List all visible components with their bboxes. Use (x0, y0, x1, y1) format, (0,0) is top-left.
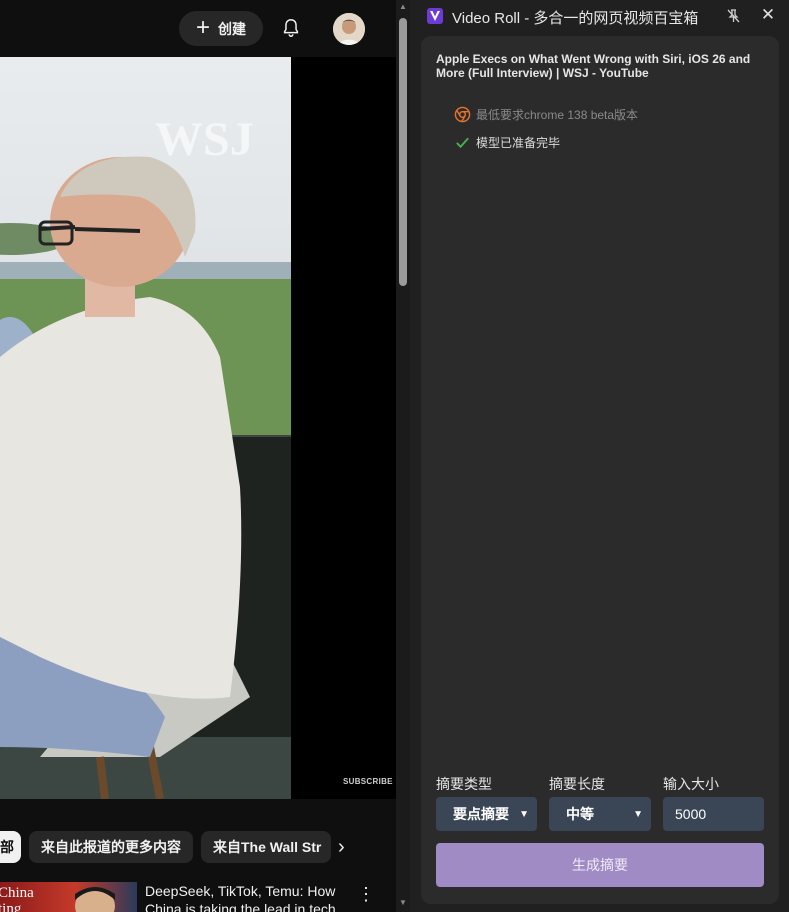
chevron-right-icon[interactable]: › (338, 837, 358, 857)
video-overlay-subscribe[interactable]: SUBSCRIBE (343, 777, 393, 786)
chip-all[interactable]: 部 (0, 831, 21, 863)
recommendation-thumbnail[interactable]: China ting (0, 882, 137, 912)
page-scrollbar[interactable]: ▲ ▼ (396, 0, 410, 912)
video-watermark: WSJ (155, 113, 254, 166)
scroll-down-arrow[interactable]: ▼ (398, 898, 408, 908)
app-title: Video Roll - 多合一的网页视频百宝箱 (452, 10, 699, 27)
summary-type-select[interactable]: 要点摘要 ▼ (436, 797, 537, 831)
create-label: 创建 (218, 20, 246, 37)
chip-more-from-report[interactable]: 来自此报道的更多内容 (29, 831, 193, 863)
more-vert-icon[interactable]: ⋮ (357, 884, 375, 905)
status-min-version: 最低要求chrome 138 beta版本 (454, 106, 638, 123)
status-model-ready-text: 模型已准备完毕 (476, 136, 561, 150)
chrome-icon (454, 106, 471, 123)
video-roll-panel: Video Roll - 多合一的网页视频百宝箱 ✕ Apple Execs o… (410, 0, 789, 912)
summary-length-label: 摘要长度 (549, 776, 605, 792)
youtube-header: + 创建 (0, 0, 396, 57)
close-icon[interactable]: ✕ (760, 5, 776, 25)
recommendation-title[interactable]: DeepSeek, TikTok, Temu: How China is tak… (145, 882, 345, 912)
plus-icon: + (195, 13, 210, 41)
video-title: Apple Execs on What Went Wrong with Siri… (436, 52, 751, 80)
summary-length-select[interactable]: 中等 ▼ (549, 797, 651, 831)
input-size-label: 输入大小 (663, 776, 719, 792)
status-min-version-text: 最低要求chrome 138 beta版本 (476, 108, 639, 122)
summary-type-value: 要点摘要 (453, 806, 509, 822)
video-frame: WSJ (0, 57, 291, 799)
app-logo-icon (427, 8, 443, 24)
summary-type-label: 摘要类型 (436, 776, 492, 792)
thumbnail-text: China ting (0, 885, 34, 912)
check-icon (456, 137, 469, 149)
input-size-value: 5000 (675, 806, 707, 822)
scroll-thumb[interactable] (399, 18, 407, 286)
input-size-field[interactable]: 5000 (663, 797, 764, 831)
chips-bar: 部 来自此报道的更多内容 来自The Wall Str › (0, 831, 396, 863)
recommendation-item[interactable]: China ting DeepSeek, TikTok, Temu: How C… (0, 882, 396, 912)
pin-off-icon[interactable] (725, 8, 741, 24)
video-player[interactable]: WSJ (0, 57, 396, 799)
create-button[interactable]: + 创建 (179, 11, 263, 46)
chevron-down-icon: ▼ (633, 808, 643, 820)
chip-from-channel[interactable]: 来自The Wall Str (201, 831, 331, 863)
chevron-down-icon: ▼ (519, 808, 529, 820)
status-model-ready: 模型已准备完毕 (454, 134, 560, 151)
youtube-page: + 创建 WSJ SUBSCRIBE 部 来自此报道的更多内容 来自The Wa… (0, 0, 396, 912)
avatar[interactable] (333, 13, 365, 45)
panel-titlebar: Video Roll - 多合一的网页视频百宝箱 ✕ (410, 0, 789, 33)
generate-summary-button[interactable]: 生成摘要 (436, 843, 764, 887)
summary-length-value: 中等 (566, 806, 594, 822)
scroll-up-arrow[interactable]: ▲ (398, 2, 408, 12)
bell-icon[interactable] (280, 17, 302, 39)
summary-card: Apple Execs on What Went Wrong with Siri… (421, 36, 779, 904)
